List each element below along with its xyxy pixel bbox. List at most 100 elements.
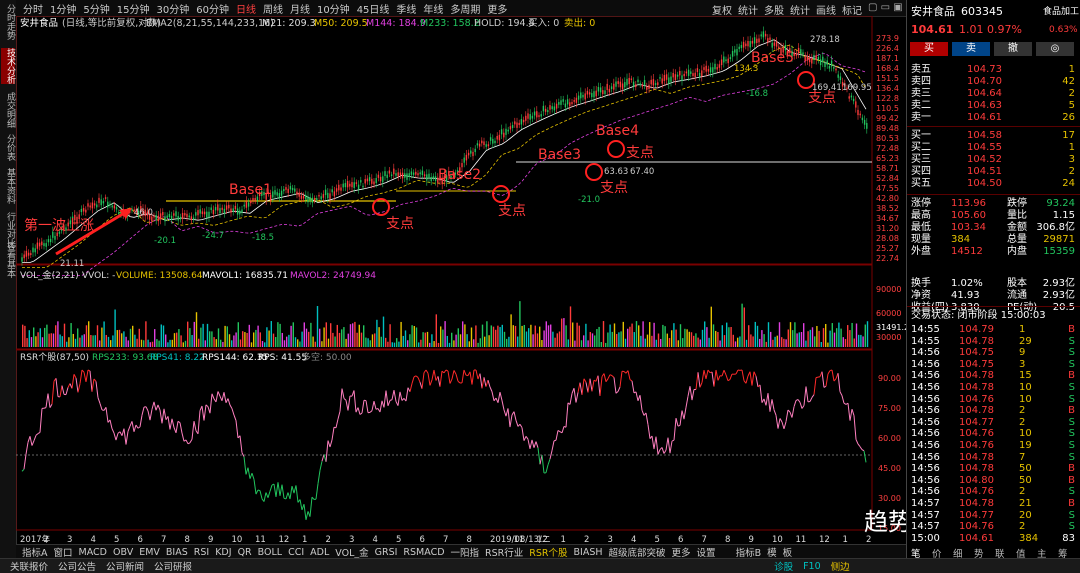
indicator-b-tab[interactable]: 模	[767, 545, 777, 559]
volume-bar	[387, 342, 388, 347]
rail-item-fenjia[interactable]: 分价表	[1, 134, 15, 161]
volume-bar	[576, 323, 577, 347]
indicator-tab[interactable]: ADL	[310, 547, 329, 558]
period-multi[interactable]: 多周期	[450, 1, 480, 16]
tick-tab[interactable]: 主	[1037, 546, 1047, 560]
indicator-tab[interactable]: 指标A	[22, 545, 48, 559]
left-rail: 分时走势 技术分析 成交明细 分价表 基本资料 行业对比 查看基本	[0, 0, 17, 558]
indicator-b-tab[interactable]: 指标B	[736, 545, 762, 559]
order-settings-button[interactable]: ◎	[1036, 42, 1074, 56]
tick-time: 14:55	[911, 336, 940, 348]
rsr-segment	[656, 437, 658, 455]
tick-price: 104.79	[959, 324, 994, 336]
rsr-series-line	[22, 370, 866, 520]
toolbar-huaxian-button[interactable]: 画线	[816, 2, 836, 17]
indicator-tab[interactable]: KDJ	[215, 547, 231, 558]
period-daily[interactable]: 日线	[236, 1, 256, 16]
toolbar-biaoji-button[interactable]: 标记	[842, 2, 862, 17]
indicator-tab[interactable]: BIASH	[574, 547, 603, 558]
rail-item-chengjiao[interactable]: 成交明细	[1, 92, 15, 128]
price-candle	[545, 109, 546, 112]
status-gonggao[interactable]: 公司公告	[58, 559, 96, 573]
indicator-tab[interactable]: RSMACD	[403, 547, 444, 558]
price-candle	[400, 173, 401, 176]
indicator-b-tab[interactable]: 板	[783, 545, 793, 559]
toolbar-tongji2-button[interactable]: 统计	[790, 2, 810, 17]
tick-tab[interactable]: 价	[932, 546, 942, 560]
toolbar-fuquan-button[interactable]: 复权	[712, 2, 732, 17]
indicator-tab[interactable]: QR	[238, 547, 252, 558]
indicator-tab[interactable]: RSR行业	[485, 545, 523, 559]
period-30min[interactable]: 30分钟	[156, 1, 189, 16]
support-circle	[608, 141, 624, 157]
rsr-segment	[844, 403, 846, 404]
status-xinwen[interactable]: 公司新闻	[106, 559, 144, 573]
status-f10-button[interactable]: F10	[803, 561, 821, 572]
indicator-tab[interactable]: 一阳指	[451, 545, 480, 559]
indicator-tab[interactable]: CCI	[288, 547, 304, 558]
rsr-segment	[802, 405, 804, 408]
indicator-tab[interactable]: 超级底部突破	[609, 545, 666, 559]
period-more[interactable]: 更多	[487, 1, 507, 16]
main-axis-tick: 42.80	[876, 194, 899, 203]
rail-item-jiben[interactable]: 基本资料	[1, 168, 15, 204]
indicator-tab[interactable]: RSI	[194, 547, 209, 558]
period-1min[interactable]: 1分钟	[50, 1, 76, 16]
tick-tab[interactable]: 联	[995, 546, 1005, 560]
rail-item-jishu[interactable]: 技术分析	[1, 48, 15, 84]
tick-tab[interactable]: 值	[1016, 546, 1026, 560]
price-label: 21.11	[60, 259, 84, 269]
indicator-tab[interactable]: EMV	[139, 547, 160, 558]
buy-button[interactable]: 买	[910, 42, 948, 56]
price-candle	[85, 210, 86, 213]
rsr-segment	[582, 379, 584, 395]
price-candle	[180, 217, 181, 219]
toolbar-tongji-button[interactable]: 统计	[738, 2, 758, 17]
period-weekly[interactable]: 周线	[263, 1, 283, 16]
period-15min[interactable]: 15分钟	[117, 1, 150, 16]
indicator-tab[interactable]: RSR个股	[529, 545, 567, 559]
indicator-tab[interactable]: OBV	[113, 547, 133, 558]
status-yanbao[interactable]: 公司研报	[154, 559, 192, 573]
tick-tab[interactable]: 细	[953, 546, 963, 560]
rsr-segment	[22, 469, 24, 471]
ask-price: 104.70	[967, 76, 1002, 88]
indicator-tab[interactable]: GRSI	[375, 547, 398, 558]
indicator-tab[interactable]: BOLL	[258, 547, 282, 558]
indicator-tab[interactable]: 窗口	[54, 545, 73, 559]
indicator-tab[interactable]: 更多	[672, 545, 691, 559]
volume-bar	[466, 334, 467, 347]
rail-item-fenshi[interactable]: 分时走势	[1, 4, 15, 40]
volume-bar	[550, 325, 551, 347]
indicator-tab[interactable]: BIAS	[166, 547, 188, 558]
indicator-tab[interactable]: 设置	[697, 545, 716, 559]
period-60min[interactable]: 60分钟	[196, 1, 229, 16]
toolbar-window-controls[interactable]: ▢ ▭ ▣	[868, 2, 903, 13]
status-zhengu-button[interactable]: 诊股	[774, 559, 793, 573]
price-candle	[510, 126, 511, 129]
quote-sector[interactable]: 食品加工	[1043, 6, 1079, 18]
rsr-segment	[278, 482, 280, 496]
period-year[interactable]: 年线	[423, 1, 443, 16]
vol-axis-tick: 31491.24	[876, 323, 906, 332]
status-sidebar-button[interactable]: 侧边	[831, 559, 850, 573]
toolbar-duogu-button[interactable]: 多股	[764, 2, 784, 17]
annotation-base2: Base2	[438, 167, 481, 183]
period-quarter[interactable]: 季线	[396, 1, 416, 16]
status-guanlian[interactable]: 关联报价	[10, 559, 48, 573]
volume-bar	[453, 340, 454, 347]
period-10min[interactable]: 10分钟	[317, 1, 350, 16]
indicator-tab[interactable]: VOL_金	[335, 545, 368, 559]
price-candle	[703, 67, 704, 70]
period-fenshi[interactable]: 分时	[23, 1, 43, 16]
tick-tab[interactable]: 筹	[1058, 546, 1068, 560]
indicator-tab[interactable]: MACD	[79, 547, 107, 558]
tick-tab[interactable]: 笔	[911, 546, 921, 560]
period-monthly[interactable]: 月线	[290, 1, 310, 16]
rail-item-chakan[interactable]: 查看基本	[1, 242, 15, 278]
period-45day[interactable]: 45日线	[357, 1, 390, 16]
tick-tab[interactable]: 势	[974, 546, 984, 560]
sell-button[interactable]: 卖	[952, 42, 990, 56]
cancel-order-button[interactable]: 撤	[994, 42, 1032, 56]
period-5min[interactable]: 5分钟	[83, 1, 109, 16]
